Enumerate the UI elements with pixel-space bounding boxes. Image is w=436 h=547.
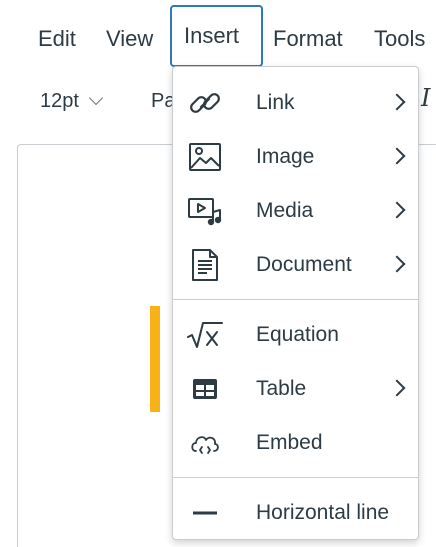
insert-menu-label: Table [256, 377, 307, 400]
italic-icon[interactable]: I [421, 84, 430, 112]
chevron-right-icon [388, 379, 406, 397]
insert-menu-label: Embed [256, 431, 323, 454]
insert-menu-label: Equation [256, 323, 339, 346]
image-icon [187, 139, 223, 175]
font-size-value: 12pt [40, 90, 79, 112]
menu-separator [173, 477, 418, 478]
insert-menu: Link Image Media Document Equation Table… [172, 66, 419, 540]
insert-menu-label: Document [256, 253, 352, 276]
insert-menu-item-horizontal-line[interactable]: Horizontal line [173, 487, 418, 539]
insert-menu-item-embed[interactable]: Embed [173, 417, 418, 469]
chevron-right-icon [388, 147, 406, 165]
font-size-select[interactable]: 12pt [40, 86, 104, 116]
document-icon [187, 247, 223, 283]
embed-icon [187, 425, 223, 461]
menu-tools[interactable]: Tools [374, 22, 425, 56]
menu-insert[interactable]: Insert [170, 5, 263, 67]
chevron-right-icon [388, 201, 406, 219]
menu-format[interactable]: Format [273, 22, 343, 56]
menubar: Edit View Insert Format Tools [0, 0, 436, 72]
equation-icon [187, 317, 223, 353]
insert-menu-item-link[interactable]: Link [173, 77, 418, 129]
highlight-marker [150, 306, 160, 412]
horizontal-line-icon [187, 495, 223, 531]
insert-menu-item-media[interactable]: Media [173, 185, 418, 237]
chevron-right-icon [388, 255, 406, 273]
insert-menu-label: Link [256, 91, 295, 114]
insert-menu-label: Media [256, 199, 314, 222]
chevron-down-icon [88, 90, 104, 106]
link-icon [187, 85, 223, 121]
table-icon [187, 371, 223, 407]
insert-menu-item-image[interactable]: Image [173, 131, 418, 183]
insert-menu-label: Image [256, 145, 315, 168]
menu-view[interactable]: View [106, 22, 153, 56]
menu-insert-label: Insert [184, 23, 240, 48]
editor-window: Edit View Insert Format Tools 12pt Pa I [0, 0, 436, 547]
media-icon [187, 193, 223, 229]
chevron-right-icon [388, 93, 406, 111]
insert-menu-item-document[interactable]: Document [173, 239, 418, 291]
menu-separator [173, 299, 418, 300]
insert-menu-item-equation[interactable]: Equation [173, 309, 418, 361]
insert-menu-item-table[interactable]: Table [173, 363, 418, 415]
insert-menu-label: Horizontal line [256, 501, 390, 524]
menu-edit[interactable]: Edit [38, 22, 76, 56]
